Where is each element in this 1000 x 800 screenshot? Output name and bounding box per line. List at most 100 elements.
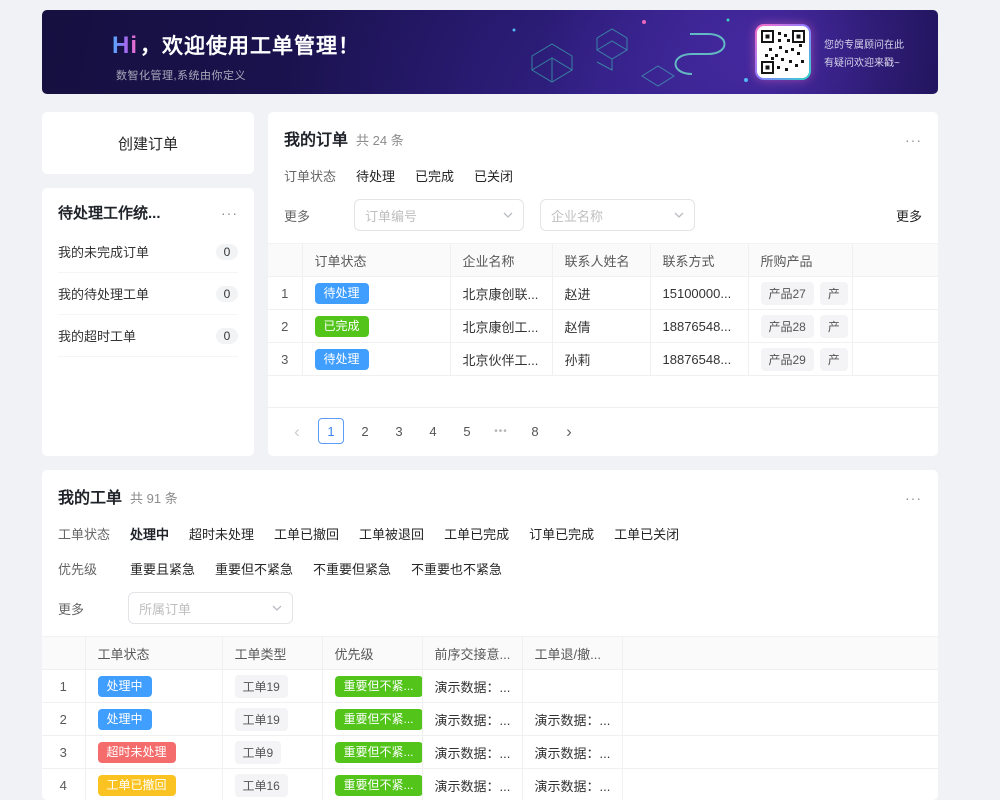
priority-option-not-important-urgent[interactable]: 不重要但紧急	[313, 559, 391, 578]
row-index: 1	[268, 277, 302, 310]
contact-cell: 孙莉	[552, 343, 650, 376]
ticket-status-option-closed[interactable]: 工单已关闭	[614, 524, 679, 543]
col-handover: 前序交接意...	[422, 637, 522, 670]
ticket-status-option-returned[interactable]: 工单被退回	[359, 524, 424, 543]
stat-label: 我的未完成订单	[58, 242, 149, 261]
pagination-ellipsis-icon[interactable]: •••	[488, 418, 514, 444]
ticket-status-filter-label: 工单状态	[58, 524, 130, 543]
row-index: 1	[42, 670, 85, 703]
col-filler	[852, 244, 938, 277]
pending-work-stats-card: 待处理工作统... ··· 我的未完成订单 0 我的待处理工单 0 我的超时工单…	[42, 188, 254, 456]
parent-order-placeholder: 所属订单	[139, 599, 191, 618]
ticket-status-option-ticket-done[interactable]: 工单已完成	[444, 524, 509, 543]
orders-more-filters-row: 更多 订单编号 企业名称 更多	[268, 199, 938, 231]
phone-cell: 15100000...	[650, 277, 748, 310]
ticket-status-option-processing[interactable]: 处理中	[130, 524, 169, 543]
orders-pagination: ‹ 1 2 3 4 5 ••• 8 ›	[268, 408, 938, 454]
stat-item-unfinished-orders[interactable]: 我的未完成订单 0	[58, 231, 238, 273]
order-status-option-closed[interactable]: 已关闭	[474, 166, 513, 185]
handover-cell: 演示数据：...	[422, 670, 522, 703]
status-badge: 工单已撤回	[98, 775, 176, 796]
stats-card-title: 待处理工作统...	[58, 202, 161, 223]
orders-panel-menu-icon[interactable]: ···	[905, 133, 922, 147]
col-order-status: 订单状态	[302, 244, 450, 277]
status-badge: 待处理	[315, 283, 369, 304]
col-priority: 优先级	[322, 637, 422, 670]
row-index: 2	[42, 703, 85, 736]
status-badge: 处理中	[98, 676, 152, 697]
stat-item-overtime-tickets[interactable]: 我的超时工单 0	[58, 315, 238, 357]
stats-list: 我的未完成订单 0 我的待处理工单 0 我的超时工单 0	[58, 231, 238, 357]
product-tag: 产	[820, 282, 848, 305]
ticket-row: 2 处理中 工单19 重要但不紧... 演示数据：... 演示数据：...	[42, 703, 938, 736]
banner-subtitle: 数智化管理,系统由你定义	[116, 67, 246, 83]
priority-badge: 重要但不紧...	[335, 676, 423, 697]
page-3[interactable]: 3	[386, 418, 412, 444]
priority-badge: 重要但不紧...	[335, 742, 423, 763]
product-tag: 产品29	[761, 348, 814, 371]
stat-count-badge: 0	[216, 244, 238, 260]
row-index: 3	[268, 343, 302, 376]
stats-card-menu-icon[interactable]: ···	[221, 206, 238, 220]
consultant-line2: 有疑问欢迎来戳~	[824, 55, 904, 73]
order-status-option-done[interactable]: 已完成	[415, 166, 454, 185]
page-8[interactable]: 8	[522, 418, 548, 444]
page-4[interactable]: 4	[420, 418, 446, 444]
product-tag: 产品27	[761, 282, 814, 305]
withdraw-cell	[522, 670, 622, 703]
handover-cell: 演示数据：...	[422, 736, 522, 769]
chevron-down-icon	[503, 212, 513, 218]
company-cell: 北京康创工...	[450, 310, 552, 343]
handover-cell: 演示数据：...	[422, 703, 522, 736]
page-5[interactable]: 5	[454, 418, 480, 444]
product-cell: 产品29 产	[748, 343, 852, 376]
ticket-status-option-overtime[interactable]: 超时未处理	[189, 524, 254, 543]
priority-option-not-important-not-urgent[interactable]: 不重要也不紧急	[411, 559, 502, 578]
my-tickets-panel: 我的工单 共 91 条 ··· 工单状态 处理中 超时未处理 工单已撤回 工单被…	[42, 470, 938, 800]
create-order-button[interactable]: 创建订单	[42, 112, 254, 174]
banner-hi-text: Hi	[112, 32, 138, 59]
order-status-option-pending[interactable]: 待处理	[356, 166, 395, 185]
status-badge: 超时未处理	[98, 742, 176, 763]
prev-page-icon[interactable]: ‹	[284, 418, 310, 444]
orders-more-link[interactable]: 更多	[896, 206, 922, 225]
ticket-status-option-order-done[interactable]: 订单已完成	[529, 524, 594, 543]
order-row: 2 已完成 北京康创工... 赵倩 18876548... 产品28产	[268, 310, 938, 343]
table-empty-space	[268, 376, 938, 408]
product-tag: 产	[820, 315, 848, 338]
stat-item-pending-tickets[interactable]: 我的待处理工单 0	[58, 273, 238, 315]
priority-option-important-not-urgent[interactable]: 重要但不紧急	[215, 559, 293, 578]
company-cell: 北京伙伴工...	[450, 343, 552, 376]
order-row: 1 待处理 北京康创联... 赵进 15100000... 产品27产	[268, 277, 938, 310]
chevron-down-icon	[272, 605, 282, 611]
orders-table-header-row: 订单状态 企业名称 联系人姓名 联系方式 所购产品	[268, 244, 938, 277]
my-orders-panel: 我的订单 共 24 条 ··· 订单状态 待处理 已完成 已关闭 更多 订单编号…	[268, 112, 938, 456]
priority-option-important-urgent[interactable]: 重要且紧急	[130, 559, 195, 578]
orders-count: 共 24 条	[356, 130, 404, 149]
order-number-select[interactable]: 订单编号	[354, 199, 524, 231]
order-number-placeholder: 订单编号	[365, 206, 417, 225]
orders-table: 订单状态 企业名称 联系人姓名 联系方式 所购产品 1 待处理 北京康创联...…	[268, 243, 938, 376]
product-tag: 产	[820, 348, 848, 371]
next-page-icon[interactable]: ›	[556, 418, 582, 444]
chevron-down-icon	[674, 212, 684, 218]
parent-order-select[interactable]: 所属订单	[128, 592, 293, 624]
status-badge: 处理中	[98, 709, 152, 730]
col-index	[42, 637, 85, 670]
ticket-type-tag: 工单9	[235, 741, 282, 764]
company-name-select[interactable]: 企业名称	[540, 199, 695, 231]
ticket-status-filter: 工单状态 处理中 超时未处理 工单已撤回 工单被退回 工单已完成 订单已完成 工…	[42, 524, 938, 543]
page-2[interactable]: 2	[352, 418, 378, 444]
stat-label: 我的超时工单	[58, 326, 136, 345]
tickets-panel-menu-icon[interactable]: ···	[905, 491, 922, 505]
ticket-status-option-recalled[interactable]: 工单已撤回	[274, 524, 339, 543]
tickets-panel-title: 我的工单	[58, 484, 122, 508]
workorder-dashboard: Hi，欢迎使用工单管理！ 数智化管理,系统由你定义	[0, 0, 1000, 800]
page-1[interactable]: 1	[318, 418, 344, 444]
order-status-filter: 订单状态 待处理 已完成 已关闭	[268, 166, 938, 185]
tickets-more-label: 更多	[58, 599, 128, 618]
ticket-type-tag: 工单19	[235, 708, 288, 731]
status-badge: 待处理	[315, 349, 369, 370]
contact-cell: 赵倩	[552, 310, 650, 343]
col-product: 所购产品	[748, 244, 852, 277]
